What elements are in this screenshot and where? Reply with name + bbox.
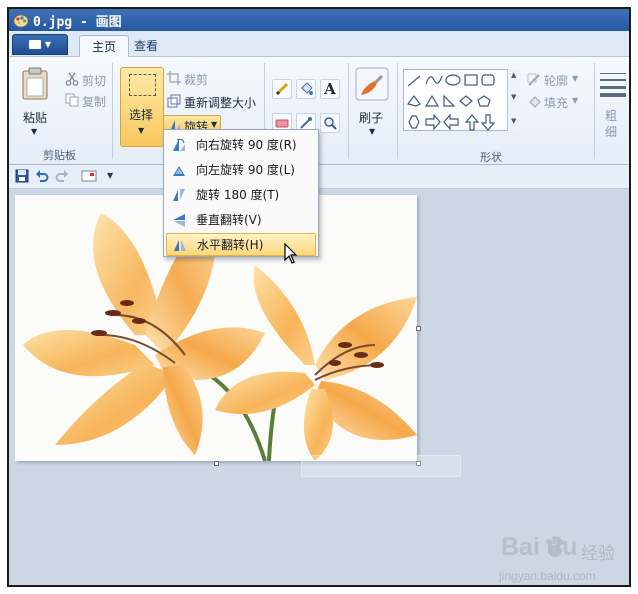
brushes-label[interactable]: 刷子 bbox=[359, 109, 383, 126]
select-chevron-icon: ▼ bbox=[138, 126, 145, 135]
rotate-left-icon bbox=[170, 161, 188, 179]
fill-shape-icon bbox=[529, 96, 541, 108]
redo-icon[interactable] bbox=[55, 169, 69, 183]
customize-toolbar-icon[interactable]: ▼ bbox=[107, 171, 113, 180]
menu-item-rotate-right[interactable]: 向右旋转 90 度(R) bbox=[166, 133, 316, 156]
email-icon[interactable] bbox=[81, 170, 97, 182]
group-divider bbox=[348, 63, 349, 159]
file-menu-button[interactable]: ▼ bbox=[12, 34, 68, 55]
fill-tool[interactable] bbox=[296, 79, 316, 99]
window-title: 0.jpg - 画图 bbox=[33, 14, 122, 30]
menu-item-flip-vertical[interactable]: 垂直翻转(V) bbox=[166, 208, 316, 231]
clipboard-icon[interactable] bbox=[21, 67, 51, 101]
shapes-scrollbar[interactable]: ▲ ▼ ▼ bbox=[507, 69, 521, 131]
group-divider bbox=[594, 63, 595, 159]
tab-view[interactable]: 查看 bbox=[122, 35, 170, 57]
magnifier-icon bbox=[324, 117, 337, 130]
cut-button[interactable]: 剪切 bbox=[82, 72, 106, 89]
ghost-tooltip bbox=[301, 455, 461, 477]
outline-chevron-icon[interactable]: ▼ bbox=[572, 74, 578, 83]
watermark-url: jingyan.baidu.com bbox=[499, 569, 596, 583]
chevron-down-icon: ▼ bbox=[44, 40, 52, 49]
clipboard-group-label: 剪贴板 bbox=[43, 149, 76, 162]
scroll-down-icon[interactable]: ▼ bbox=[511, 93, 516, 101]
fill-chevron-icon[interactable]: ▼ bbox=[572, 96, 578, 105]
menu-item-label: 旋转 180 度(T) bbox=[196, 188, 280, 202]
paste-chevron-icon[interactable]: ▼ bbox=[31, 127, 37, 136]
select-label: 选择 bbox=[129, 108, 154, 122]
group-divider bbox=[112, 63, 113, 159]
eraser-icon bbox=[275, 119, 289, 128]
menu-item-label: 垂直翻转(V) bbox=[196, 213, 262, 227]
ribbon-tab-row: ▼ 主页 查看 bbox=[9, 31, 629, 57]
rotate-dropdown-menu: 向右旋转 90 度(R) 向左旋转 90 度(L) 旋转 180 度(T) 垂直… bbox=[163, 129, 319, 257]
pencil-tool[interactable] bbox=[272, 79, 292, 99]
resize-handle-right[interactable] bbox=[416, 326, 421, 331]
crop-button[interactable]: 裁剪 bbox=[184, 71, 208, 88]
rotate-chevron-icon: ▼ bbox=[211, 120, 218, 129]
outline-button[interactable]: 轮廓 bbox=[544, 72, 568, 89]
magnifier-tool[interactable] bbox=[320, 113, 340, 133]
rotate-right-icon bbox=[170, 136, 188, 154]
text-tool[interactable]: A bbox=[320, 79, 340, 99]
paw-logo-icon bbox=[546, 536, 564, 557]
brush-icon[interactable] bbox=[355, 67, 389, 101]
paste-label[interactable]: 粘贴 bbox=[23, 109, 47, 126]
file-menu-icon bbox=[28, 40, 41, 49]
size-label-thick[interactable]: 粗 bbox=[605, 107, 617, 124]
pencil-icon bbox=[275, 82, 289, 96]
copy-icon bbox=[65, 93, 79, 107]
fill-button[interactable]: 填充 bbox=[544, 94, 568, 111]
paint-window: 0.jpg - 画图 ▼ 主页 查看 粘贴 ▼ 剪切 复制 剪贴板 选择 ▼ 裁… bbox=[7, 7, 631, 587]
resize-handle-bottom[interactable] bbox=[214, 461, 219, 466]
paint-app-icon bbox=[13, 14, 29, 28]
shapes-grid-icon bbox=[406, 74, 496, 131]
select-button[interactable]: 选择 ▼ bbox=[120, 67, 164, 147]
watermark-jingyan: 经验 bbox=[581, 544, 615, 564]
resize-icon bbox=[167, 94, 181, 108]
mouse-cursor-icon bbox=[284, 243, 298, 264]
shapes-group-label: 形状 bbox=[480, 151, 502, 164]
scissors-icon bbox=[65, 72, 79, 86]
menu-item-label: 向右旋转 90 度(R) bbox=[196, 138, 297, 152]
undo-icon[interactable] bbox=[35, 169, 49, 183]
copy-button[interactable]: 复制 bbox=[82, 93, 106, 110]
menu-item-label: 水平翻转(H) bbox=[197, 238, 264, 252]
eyedropper-icon bbox=[300, 117, 312, 129]
crop-icon bbox=[167, 71, 181, 85]
paint-bucket-icon bbox=[301, 82, 313, 95]
brushes-chevron-icon[interactable]: ▼ bbox=[369, 127, 375, 136]
menu-item-rotate-180[interactable]: 旋转 180 度(T) bbox=[166, 183, 316, 206]
menu-item-rotate-left[interactable]: 向左旋转 90 度(L) bbox=[166, 158, 316, 181]
selection-marquee-icon bbox=[129, 74, 156, 96]
shapes-gallery[interactable] bbox=[403, 69, 521, 131]
flip-vertical-icon bbox=[170, 211, 188, 229]
menu-item-label: 向左旋转 90 度(L) bbox=[196, 163, 295, 177]
quick-access-toolbar: ▼ bbox=[9, 165, 629, 189]
flip-horizontal-icon bbox=[171, 236, 189, 254]
line-size-icon[interactable] bbox=[600, 71, 626, 97]
save-icon[interactable] bbox=[15, 169, 29, 183]
canvas-area[interactable] bbox=[9, 189, 629, 585]
text-icon: A bbox=[324, 80, 336, 98]
group-divider bbox=[397, 63, 398, 159]
rotate-180-icon bbox=[170, 186, 188, 204]
title-bar: 0.jpg - 画图 bbox=[9, 9, 629, 31]
baidu-jingyan-watermark: Bai du 经验 jingyan.baidu.com bbox=[487, 529, 629, 585]
resize-button[interactable]: 重新调整大小 bbox=[184, 94, 256, 111]
expand-gallery-icon[interactable]: ▼ bbox=[511, 117, 516, 125]
ribbon: 粘贴 ▼ 剪切 复制 剪贴板 选择 ▼ 裁剪 重新调整大小 旋转 ▼ A 刷子 … bbox=[9, 57, 629, 165]
size-label-thin[interactable]: 细 bbox=[605, 123, 617, 140]
outline-icon bbox=[527, 73, 540, 86]
scroll-up-icon[interactable]: ▲ bbox=[511, 71, 516, 79]
